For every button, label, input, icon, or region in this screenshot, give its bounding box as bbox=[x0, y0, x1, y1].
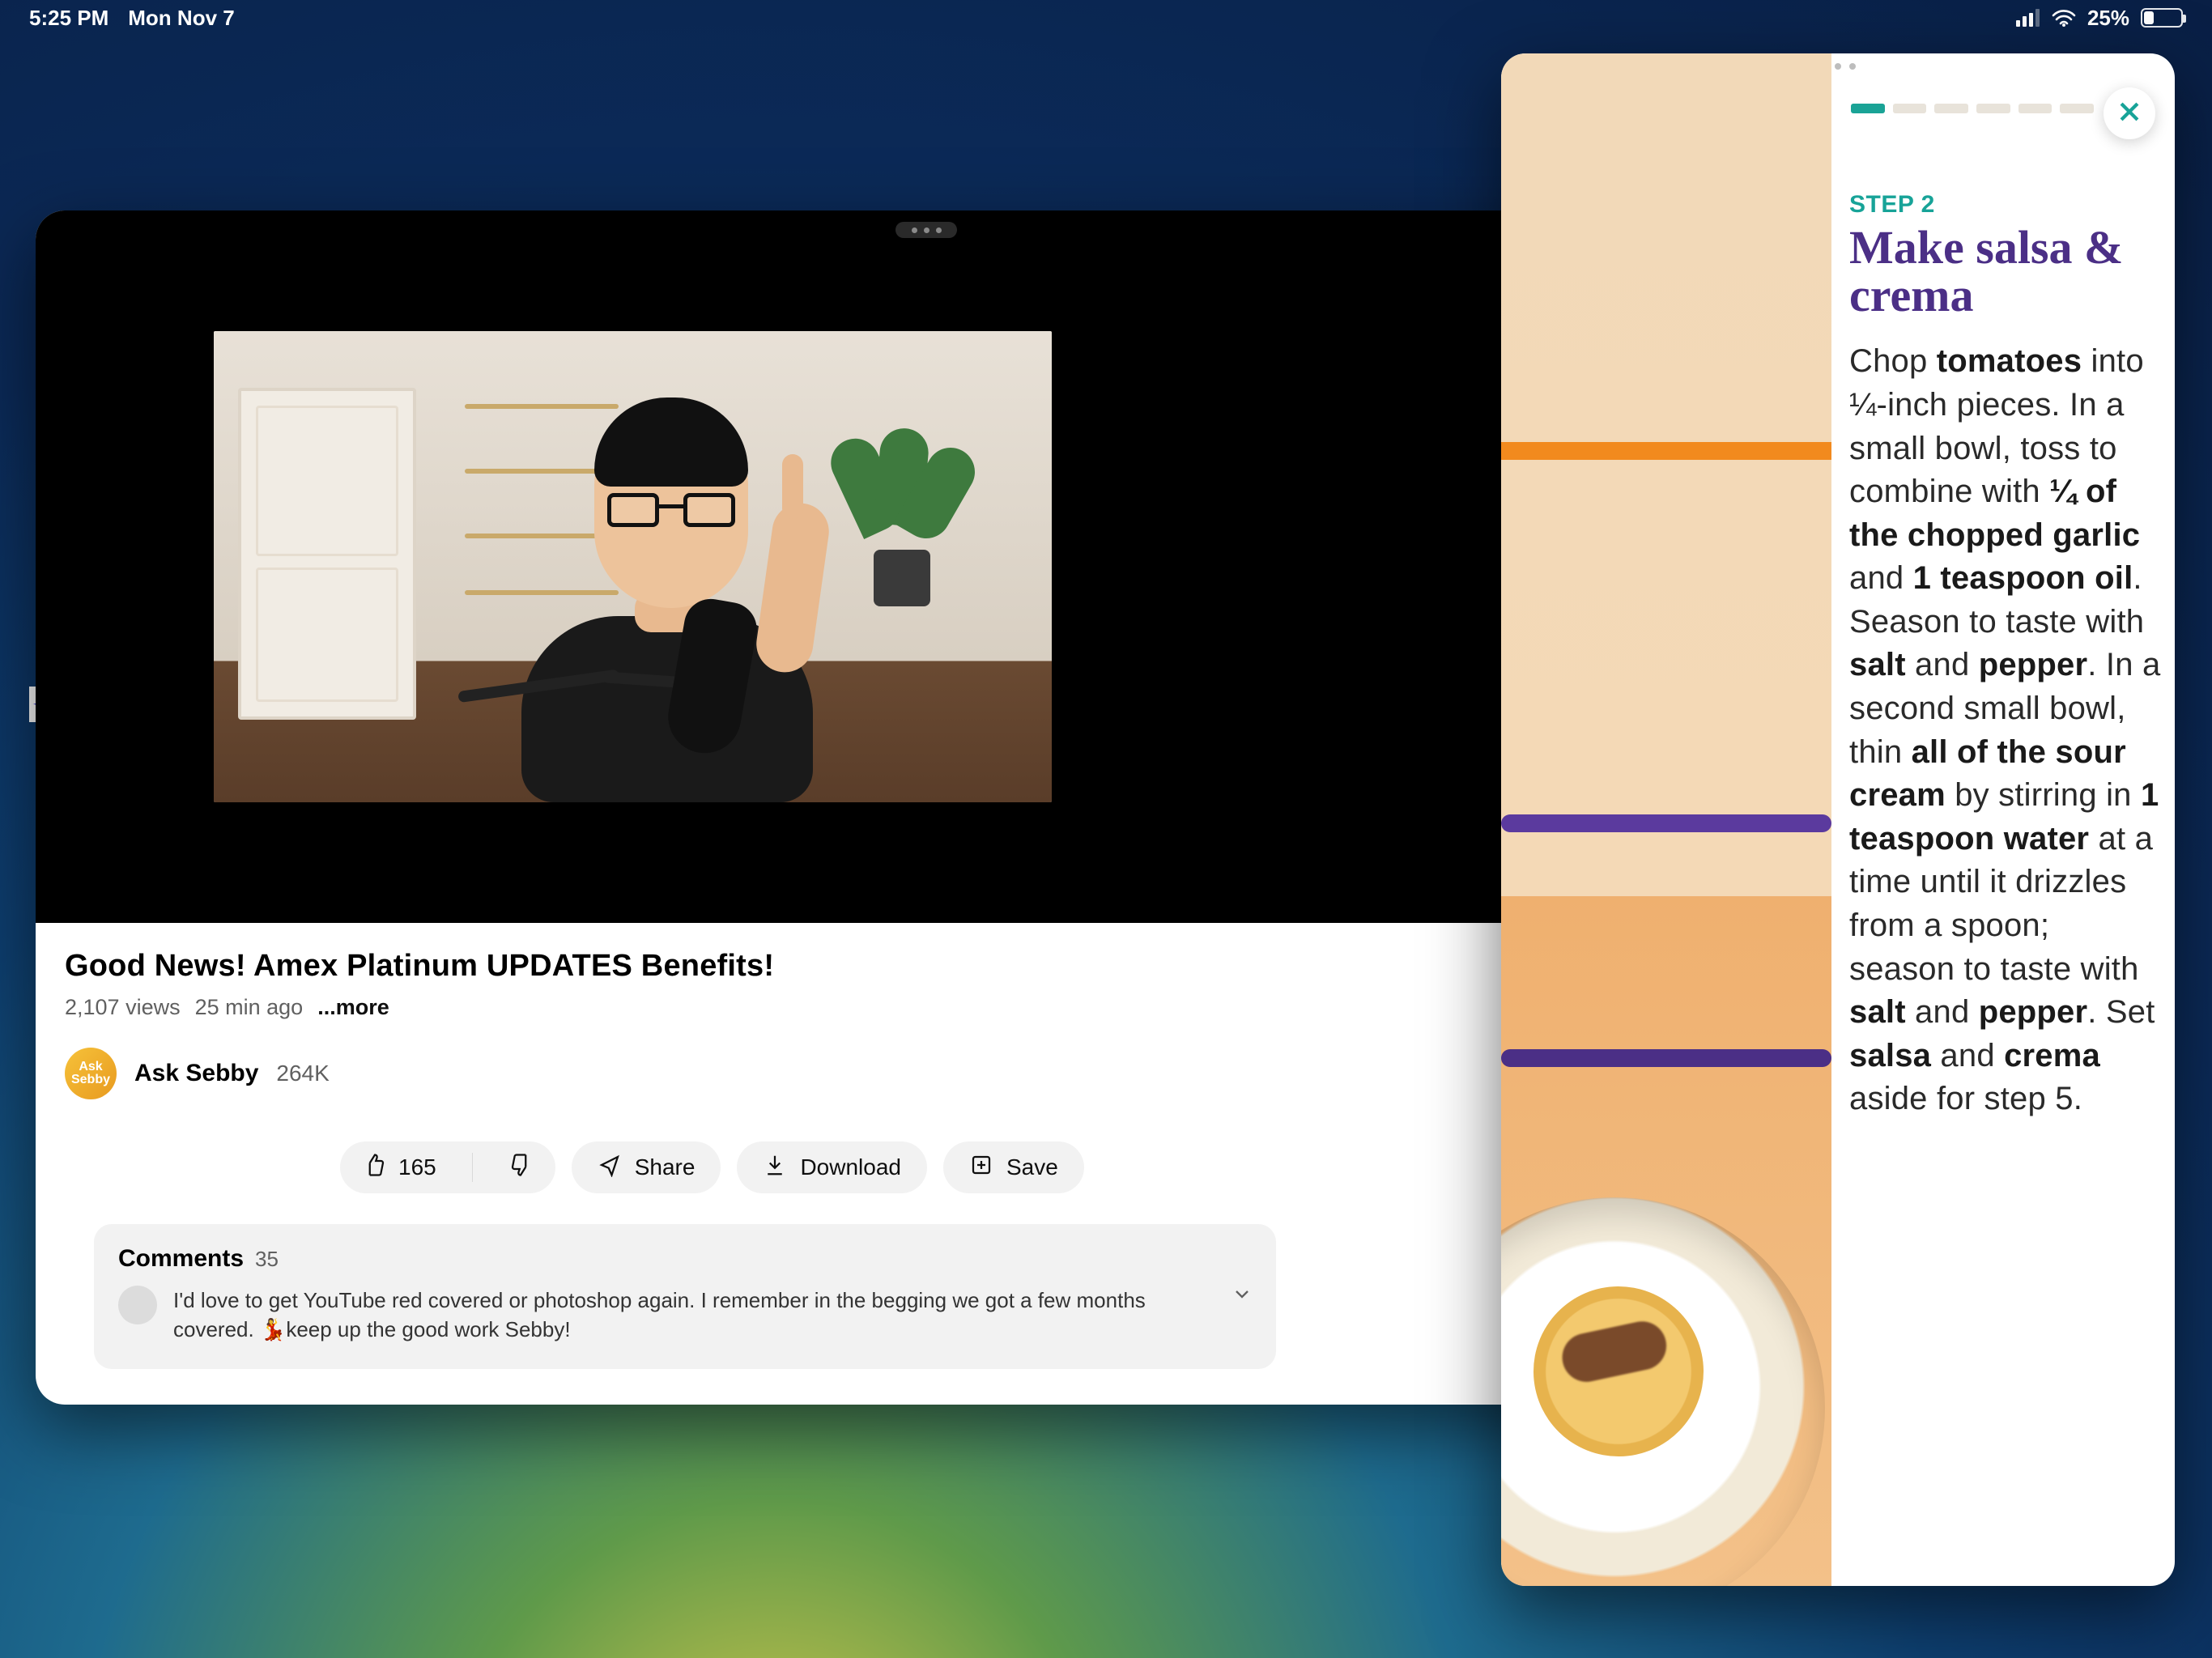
commenter-avatar bbox=[118, 1286, 157, 1324]
recipe-image bbox=[1501, 53, 1831, 1586]
status-bar: 5:25 PM Mon Nov 7 25% bbox=[0, 0, 2212, 36]
download-label: Download bbox=[800, 1154, 901, 1180]
window-handle-icon[interactable] bbox=[895, 222, 957, 238]
top-comment-text: I'd love to get YouTube red covered or p… bbox=[173, 1286, 1185, 1345]
share-icon bbox=[598, 1153, 622, 1183]
upload-age: 25 min ago bbox=[195, 995, 304, 1020]
share-button[interactable]: Share bbox=[572, 1141, 721, 1193]
recipe-slideover: STEP 2 Make salsa & crema Chop tomatoes … bbox=[1501, 53, 2175, 1586]
subscriber-count: 264K bbox=[276, 1061, 329, 1086]
step-progress bbox=[1851, 104, 2094, 113]
like-dislike-chip: 165 bbox=[340, 1141, 555, 1193]
chevron-down-icon bbox=[1231, 1283, 1253, 1310]
cellular-icon bbox=[2016, 9, 2040, 27]
description-more[interactable]: ...more bbox=[317, 995, 389, 1020]
video-frame bbox=[214, 331, 1052, 802]
step-title: Make salsa & crema bbox=[1849, 223, 2173, 319]
status-date: Mon Nov 7 bbox=[128, 6, 234, 31]
save-icon bbox=[969, 1153, 993, 1183]
like-button[interactable]: 165 bbox=[340, 1141, 459, 1193]
step-eyebrow: STEP 2 bbox=[1849, 191, 2173, 219]
share-label: Share bbox=[635, 1154, 696, 1180]
like-count: 165 bbox=[398, 1154, 436, 1180]
dislike-button[interactable] bbox=[486, 1141, 555, 1193]
comments-card[interactable]: Comments 35 I'd love to get YouTube red … bbox=[94, 1224, 1276, 1369]
wifi-icon bbox=[2052, 9, 2076, 27]
thumbs-up-icon bbox=[363, 1153, 387, 1183]
download-button[interactable]: Download bbox=[737, 1141, 927, 1193]
view-count: 2,107 views bbox=[65, 995, 181, 1020]
close-icon bbox=[2116, 98, 2143, 130]
close-button[interactable] bbox=[2104, 87, 2155, 139]
save-label: Save bbox=[1006, 1154, 1058, 1180]
save-button[interactable]: Save bbox=[943, 1141, 1084, 1193]
channel-name[interactable]: Ask Sebby bbox=[134, 1060, 258, 1087]
battery-percent: 25% bbox=[2087, 6, 2129, 31]
thumbs-down-icon bbox=[508, 1153, 533, 1183]
step-instructions: Chop tomatoes into ¼-inch pieces. In a s… bbox=[1849, 340, 2173, 1121]
comments-label: Comments bbox=[118, 1245, 244, 1273]
channel-avatar[interactable]: Ask Sebby bbox=[65, 1048, 117, 1099]
status-time: 5:25 PM bbox=[29, 6, 108, 31]
battery-icon bbox=[2141, 8, 2183, 28]
download-icon bbox=[763, 1153, 787, 1183]
comments-count: 35 bbox=[255, 1247, 279, 1272]
